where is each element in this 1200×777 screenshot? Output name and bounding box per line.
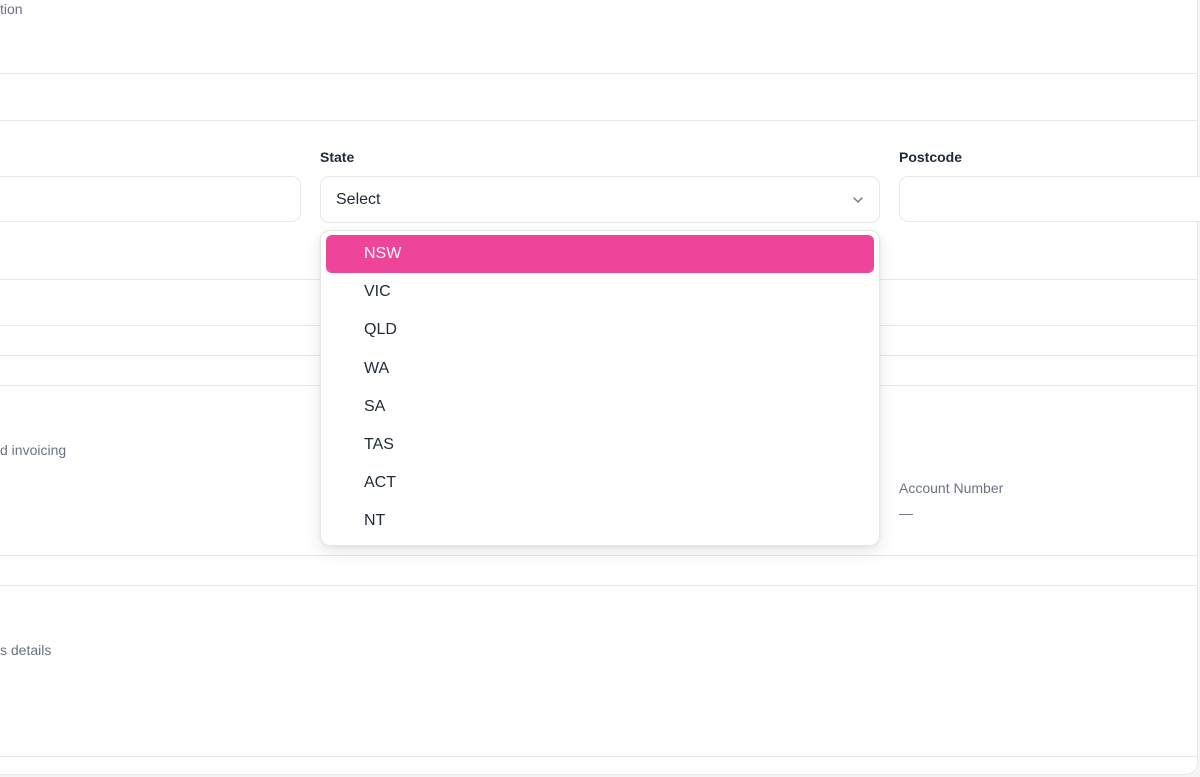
divider bbox=[0, 73, 1198, 74]
account-number-value: — bbox=[899, 505, 913, 521]
state-option-nt[interactable]: NT bbox=[326, 502, 874, 540]
state-option-nsw[interactable]: NSW bbox=[326, 235, 874, 274]
postcode-input[interactable] bbox=[899, 176, 1200, 222]
chevron-down-icon bbox=[853, 196, 863, 203]
state-option-act[interactable]: ACT bbox=[326, 464, 874, 502]
section-description: tion bbox=[0, 1, 23, 17]
billing-section-description: d invoicing bbox=[0, 442, 67, 458]
state-option-sa[interactable]: SA bbox=[326, 388, 874, 426]
state-option-wa[interactable]: WA bbox=[326, 350, 874, 388]
state-option-tas[interactable]: TAS bbox=[326, 426, 874, 464]
state-label: State bbox=[320, 149, 355, 165]
state-select-value: Select bbox=[336, 190, 381, 208]
state-option-qld[interactable]: QLD bbox=[326, 311, 874, 349]
divider bbox=[0, 120, 1198, 121]
state-select[interactable]: Select bbox=[320, 176, 880, 223]
postcode-label: Postcode bbox=[899, 149, 963, 165]
suburb-input[interactable] bbox=[0, 176, 301, 222]
details-section-description: s details bbox=[0, 642, 52, 658]
divider bbox=[0, 756, 1198, 757]
divider bbox=[0, 555, 1198, 556]
state-option-vic[interactable]: VIC bbox=[326, 273, 874, 311]
account-number-label: Account Number bbox=[899, 480, 1004, 496]
divider bbox=[0, 585, 1198, 586]
state-dropdown-menu: NSW VIC QLD WA SA TAS ACT NT bbox=[320, 230, 880, 546]
